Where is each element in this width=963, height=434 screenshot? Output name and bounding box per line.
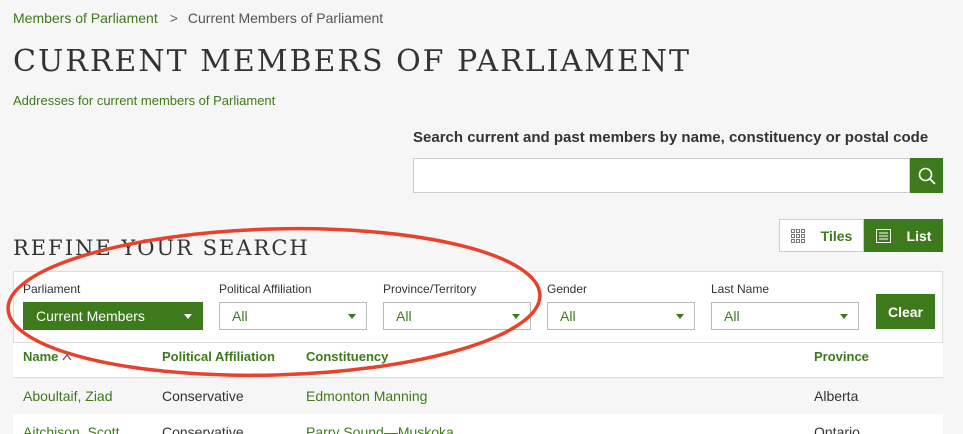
member-name-link[interactable]: Aitchison, Scott (23, 424, 120, 434)
member-province: Alberta (814, 388, 859, 404)
breadcrumb-parent-link[interactable]: Members of Parliament (13, 10, 158, 26)
province-select[interactable]: All (383, 302, 531, 330)
grid-icon (790, 228, 805, 243)
breadcrumb-current: Current Members of Parliament (187, 10, 384, 26)
parliament-select[interactable]: Current Members (23, 302, 203, 330)
page-title: CURRENT MEMBERS OF PARLIAMENT (13, 44, 692, 79)
search-icon (918, 167, 936, 185)
affiliation-filter: Political Affiliation All (219, 282, 367, 330)
gender-filter: Gender All (547, 282, 695, 330)
gender-filter-label: Gender (547, 282, 588, 296)
member-province: Ontario (814, 424, 860, 434)
column-header-province[interactable]: Province (814, 349, 869, 364)
column-header-affiliation[interactable]: Political Affiliation (162, 349, 275, 364)
filter-bar: Parliament Current Members Political Aff… (13, 271, 943, 343)
affiliation-select[interactable]: All (219, 302, 367, 330)
list-icon (875, 228, 891, 243)
gender-select[interactable]: All (547, 302, 695, 330)
chevron-down-icon (512, 313, 520, 319)
list-label: List (906, 227, 932, 244)
province-select-value: All (396, 308, 412, 324)
member-affiliation: Conservative (162, 424, 244, 434)
search-input[interactable] (413, 158, 910, 193)
affiliation-select-value: All (232, 308, 248, 324)
member-constituency-link[interactable]: Parry Sound—Muskoka (306, 424, 454, 434)
gender-select-value: All (560, 308, 576, 324)
addresses-link[interactable]: Addresses for current members of Parliam… (13, 93, 275, 108)
refine-search-title: REFINE YOUR SEARCH (13, 236, 310, 260)
breadcrumb-separator: > (169, 10, 178, 26)
parliament-filter: Parliament Current Members (23, 282, 203, 330)
table-header: Name Political Affiliation Constituency … (13, 343, 943, 378)
column-header-name[interactable]: Name (23, 349, 72, 364)
province-filter: Province/Territory All (383, 282, 531, 330)
parliament-select-value: Current Members (36, 308, 145, 324)
search-label: Search current and past members by name,… (413, 129, 929, 146)
view-toggle: Tiles List (779, 219, 943, 252)
members-table: Name Political Affiliation Constituency … (13, 343, 943, 434)
parliament-filter-label: Parliament (23, 282, 81, 296)
member-name-link[interactable]: Aboultaif, Ziad (23, 388, 113, 404)
breadcrumb: Members of Parliament > Current Members … (13, 10, 383, 26)
table-row: Aboultaif, Ziad Conservative Edmonton Ma… (13, 378, 943, 414)
chevron-down-icon (676, 313, 684, 319)
last-name-select[interactable]: All (711, 302, 859, 330)
column-header-name-label: Name (23, 349, 59, 364)
chevron-down-icon (840, 313, 848, 319)
chevron-down-icon (348, 313, 356, 319)
sort-ascending-icon (62, 353, 72, 360)
member-constituency-link[interactable]: Edmonton Manning (306, 388, 427, 404)
clear-button[interactable]: Clear (876, 294, 935, 329)
province-filter-label: Province/Territory (383, 282, 477, 296)
last-name-filter: Last Name All (711, 282, 859, 330)
column-header-constituency[interactable]: Constituency (306, 349, 388, 364)
list-view-button[interactable]: List (864, 219, 943, 252)
last-name-filter-label: Last Name (711, 282, 770, 296)
tiles-view-button[interactable]: Tiles (779, 219, 864, 252)
member-affiliation: Conservative (162, 388, 244, 404)
table-row: Aitchison, Scott Conservative Parry Soun… (13, 414, 943, 434)
chevron-down-icon (184, 313, 192, 319)
last-name-select-value: All (724, 308, 740, 324)
search-button[interactable] (910, 158, 943, 193)
tiles-label: Tiles (820, 227, 853, 244)
affiliation-filter-label: Political Affiliation (219, 282, 312, 296)
